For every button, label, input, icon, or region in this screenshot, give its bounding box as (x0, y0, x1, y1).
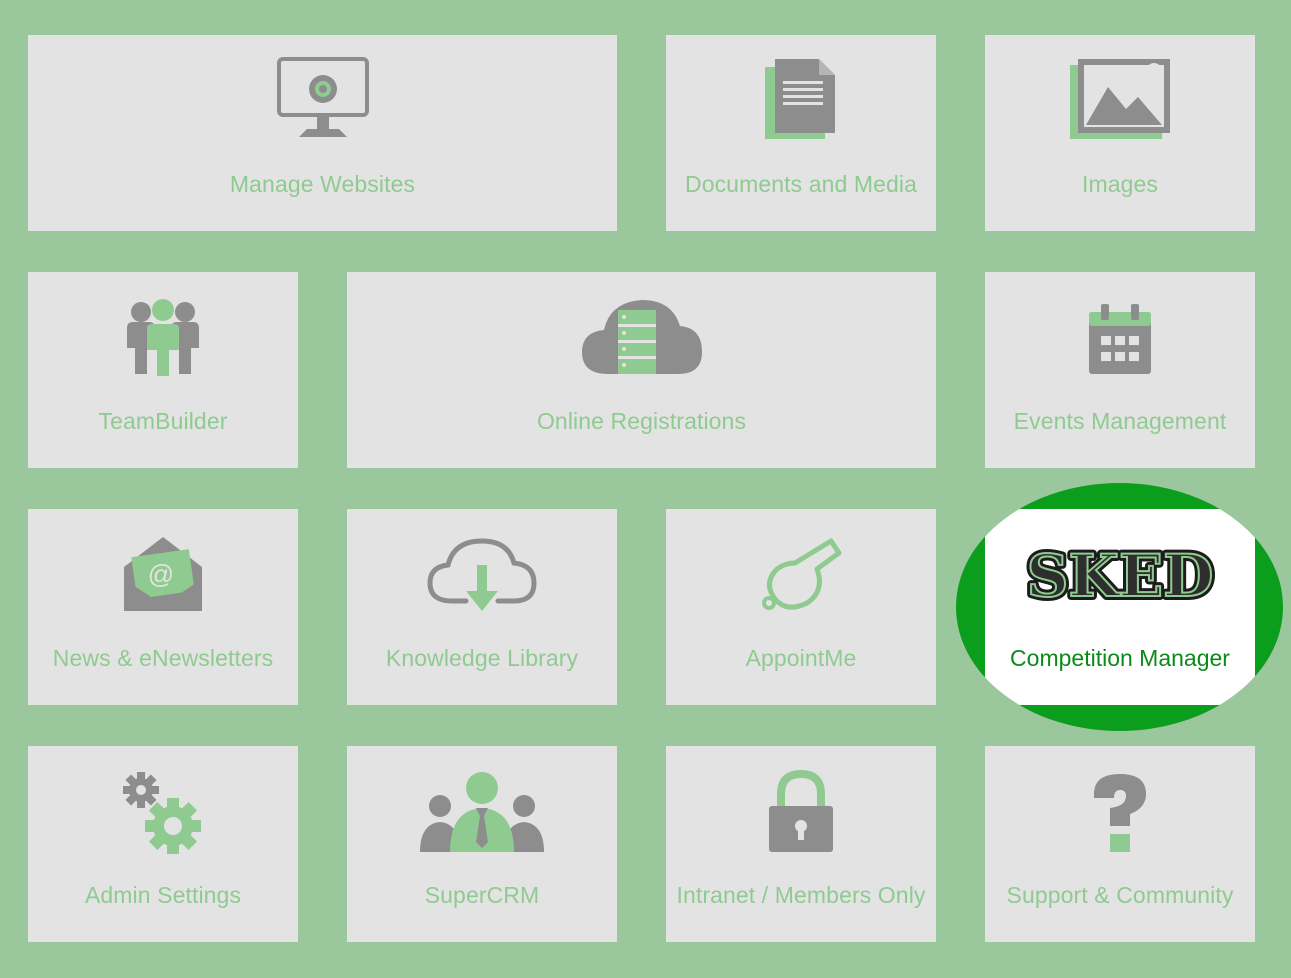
question-icon (1088, 770, 1152, 859)
lock-icon (767, 769, 835, 859)
tile-teambuilder[interactable]: TeamBuilder (28, 272, 298, 468)
gears-icon (121, 768, 205, 859)
envelope-icon: @ (120, 535, 206, 620)
tile-label: AppointMe (745, 645, 857, 671)
team-icon (125, 298, 201, 383)
tile-events-management[interactable]: Events Management (985, 272, 1255, 468)
image-icon (1068, 57, 1172, 146)
document-icon (763, 57, 839, 146)
sked-logo: SKED SKED (1018, 538, 1222, 614)
tile-label: Admin Settings (84, 882, 242, 908)
tile-news-enewsletters[interactable]: @ News & eNewsletters (28, 509, 298, 705)
sked-logo-text: SKED (1027, 544, 1214, 606)
tile-label: Intranet / Members Only (676, 882, 926, 908)
tile-label: TeamBuilder (98, 408, 228, 434)
tile-label: Online Registrations (536, 408, 747, 434)
cloud-download-icon (424, 535, 540, 620)
whistle-icon (759, 533, 843, 620)
tile-images[interactable]: Images (985, 35, 1255, 231)
tile-label: Competition Manager (1010, 645, 1230, 671)
tile-label: Knowledge Library (385, 645, 579, 671)
monitor-icon (276, 57, 369, 146)
tile-label: News & eNewsletters (52, 645, 274, 671)
tile-intranet-members-only[interactable]: Intranet / Members Only (666, 746, 936, 942)
calendar-icon (1087, 302, 1153, 381)
tile-supercrm[interactable]: SuperCRM (347, 746, 617, 942)
tile-support-community[interactable]: Support & Community (985, 746, 1255, 942)
tile-label: Manage Websites (229, 171, 416, 197)
tile-knowledge-library[interactable]: Knowledge Library (347, 509, 617, 705)
crm-people-icon (418, 770, 546, 859)
highlight-ring: SKED SKED Competition Manager (956, 483, 1283, 731)
tile-label: SuperCRM (424, 882, 540, 908)
tile-competition-manager[interactable]: SKED SKED Competition Manager (985, 509, 1255, 705)
tile-documents-and-media[interactable]: Documents and Media (666, 35, 936, 231)
tile-appointme[interactable]: AppointMe (666, 509, 936, 705)
cloud-server-icon (580, 296, 704, 385)
tile-label: Documents and Media (684, 171, 918, 197)
svg-text:@: @ (148, 559, 174, 589)
tile-label: Events Management (1013, 408, 1227, 434)
tile-admin-settings[interactable]: Admin Settings (28, 746, 298, 942)
tile-online-registrations[interactable]: Online Registrations (347, 272, 936, 468)
tile-label: Support & Community (1006, 882, 1234, 908)
tile-label: Images (1081, 171, 1159, 197)
tile-manage-websites[interactable]: Manage Websites (28, 35, 617, 231)
